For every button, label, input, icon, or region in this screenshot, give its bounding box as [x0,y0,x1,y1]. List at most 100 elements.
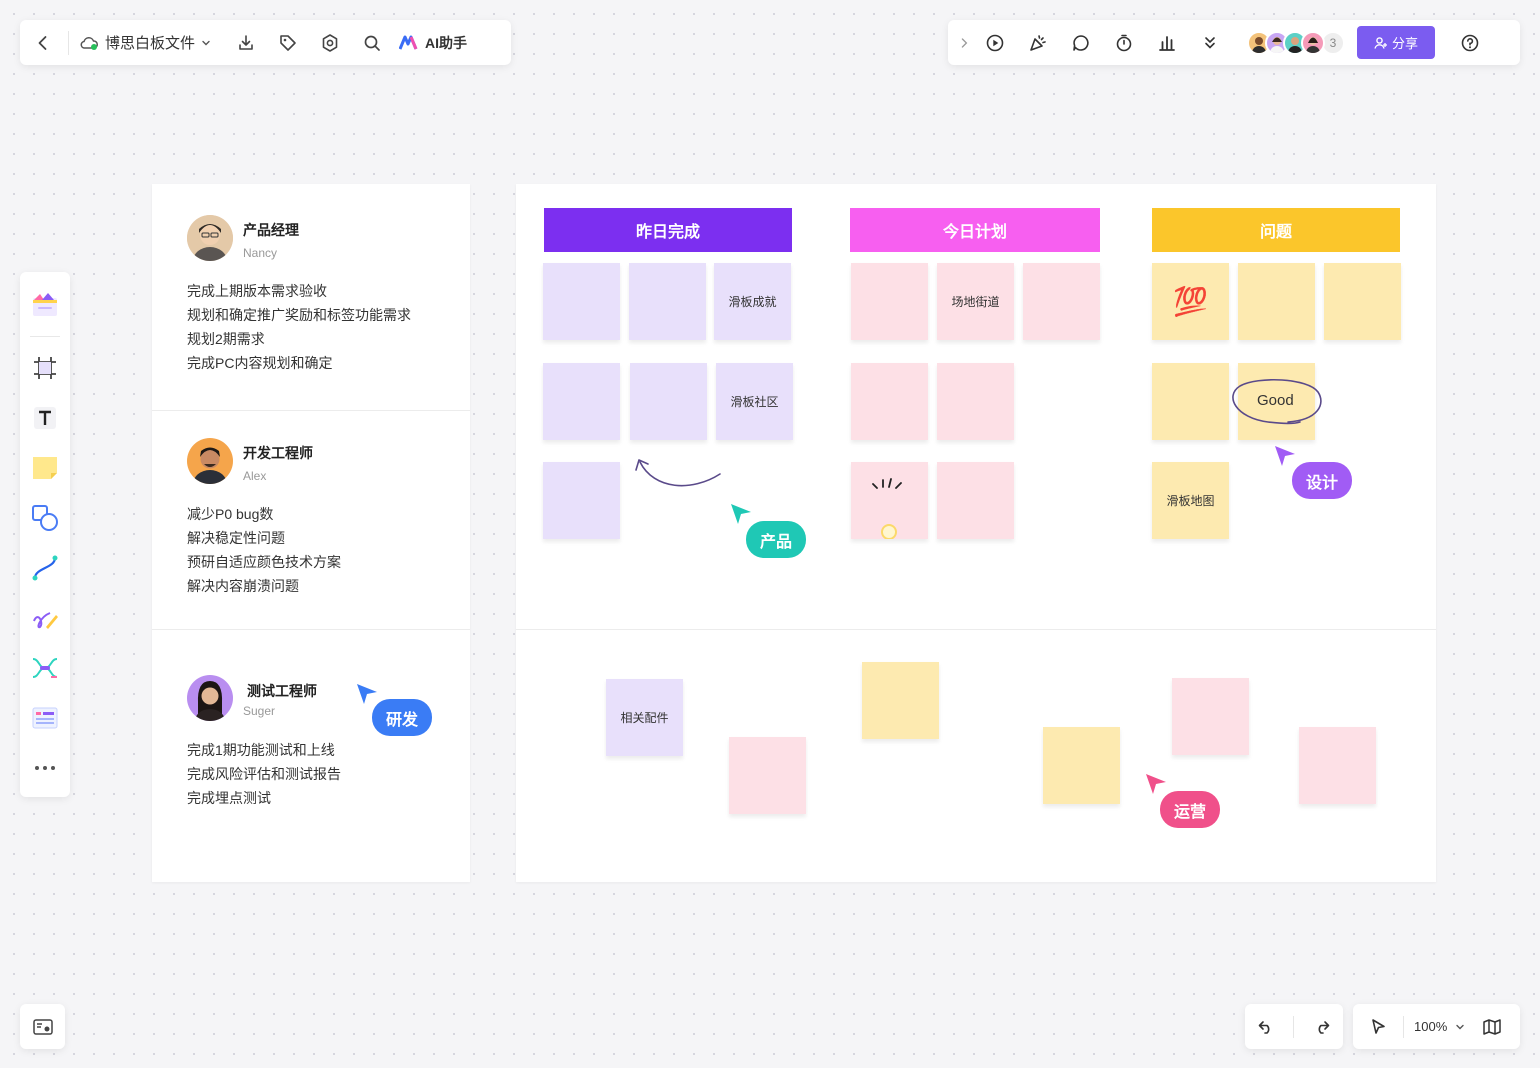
cursor-arrow-icon [1146,774,1166,794]
templates-tool[interactable] [27,287,63,323]
sticky-note[interactable] [1238,263,1315,340]
sticky-note[interactable] [851,363,928,440]
minimap-button[interactable] [20,1004,65,1049]
present-button[interactable] [980,28,1010,58]
pen-tool[interactable] [27,600,63,636]
avatar [187,215,233,261]
ai-logo-icon [399,35,418,50]
comment-icon [1073,34,1089,51]
zoom-dropdown[interactable]: 100% [1414,1019,1465,1034]
sticky-note[interactable]: 滑板社区 [716,363,793,440]
sticky-note[interactable] [1043,727,1120,804]
connector-tool[interactable] [27,550,63,586]
ai-assistant-button[interactable]: AI助手 [399,33,467,53]
more-dots-icon [35,766,55,770]
search-button[interactable] [357,28,387,58]
collapse-toolbar-button[interactable] [956,28,972,58]
shape-tool[interactable] [27,500,63,536]
sticky-note[interactable] [729,737,806,814]
tag-button[interactable] [273,28,303,58]
role-title: 开发工程师 [243,445,313,461]
role-person-name: Suger [243,704,276,718]
gear-icon [322,33,338,52]
sticky-note[interactable]: 滑板地图 [1152,462,1229,539]
file-name-dropdown[interactable]: 博思白板文件 [79,32,211,53]
column-header-issues[interactable]: 问题 [1152,208,1400,252]
good-text[interactable]: Good [1257,392,1294,409]
column-title: 昨日完成 [635,224,700,241]
task-item: 预研自适应颜色技术方案 [187,554,341,570]
sticky-note[interactable] [543,263,620,340]
sticky-note[interactable] [543,462,620,539]
chevron-down-icon [1456,1024,1464,1029]
sticky-note[interactable] [862,662,939,739]
timer-button[interactable] [1109,28,1139,58]
sticky-note-icon [33,457,57,479]
sticky-note[interactable]: 💯 [1152,263,1229,340]
sticky-note[interactable] [1299,727,1376,804]
text-tool[interactable] [27,400,63,436]
left-tool-palette [20,272,70,797]
table-tool[interactable] [27,700,63,736]
pen-icon [33,612,58,629]
sticky-note[interactable]: 相关配件 [606,679,683,756]
sticky-note[interactable] [937,462,1014,539]
sticky-note[interactable] [851,263,928,340]
task-item: 完成1期功能测试和上线 [187,742,335,758]
share-button[interactable]: 分享 [1357,26,1435,59]
divider [1403,1015,1404,1038]
sticky-note[interactable] [543,363,620,440]
sticky-note[interactable] [1172,678,1249,755]
role-card-developer[interactable]: 开发工程师 Alex 减少P0 bug数 解决稳定性问题 预研自适应颜色技术方案… [152,412,470,630]
cursor-tag-research: 研发 [372,699,433,736]
comment-button[interactable] [1066,28,1096,58]
sticky-note[interactable] [1152,363,1229,440]
more-tools-button[interactable] [27,750,63,786]
collaborator-avatars[interactable]: 3 [1247,30,1345,55]
sticky-note-tool[interactable] [27,450,63,486]
sticky-note[interactable] [1023,263,1100,340]
download-icon [239,34,253,50]
role-person-name: Nancy [243,246,278,260]
divider [1293,1015,1295,1038]
task-item: 减少P0 bug数 [187,506,274,522]
help-button[interactable] [1455,28,1485,58]
chevron-right-icon [961,37,968,48]
emoji-100-icon: 💯 [1173,285,1208,318]
select-mode-button[interactable] [1363,1012,1393,1042]
sticky-note[interactable]: 场地街道 [937,263,1014,340]
zoom-level: 100% [1414,1019,1448,1034]
sparkle-doodle [872,478,902,539]
hand-drawn-arrow[interactable] [632,452,727,494]
sticky-note[interactable] [937,363,1014,440]
history-controls [1245,1004,1343,1049]
back-button[interactable] [28,28,58,58]
task-item: 规划2期需求 [187,331,265,347]
column-header-today[interactable]: 今日计划 [850,208,1100,252]
mindmap-tool[interactable] [27,650,63,686]
map-view-button[interactable] [1477,1012,1507,1042]
sticky-text: 相关配件 [620,711,669,725]
task-item: 完成上期版本需求验收 [187,283,327,299]
role-card-tester[interactable]: 测试工程师 Suger 完成1期功能测试和上线 完成风险评估和测试报告 完成埋点… [152,631,470,882]
sticky-note[interactable] [1324,263,1401,340]
ai-assistant-label: AI助手 [425,34,468,51]
add-user-icon [1374,36,1387,49]
export-button[interactable] [231,28,261,58]
settings-button[interactable] [315,28,345,58]
redo-button[interactable] [1307,1012,1337,1042]
sticky-note[interactable]: 滑板成就 [714,263,791,340]
search-icon [364,35,380,51]
column-header-yesterday[interactable]: 昨日完成 [544,208,792,252]
role-card-product-manager[interactable]: 产品经理 Nancy 完成上期版本需求验收 规划和确定推广奖励和标签功能需求 规… [152,184,470,411]
celebrate-button[interactable] [1023,28,1053,58]
sticky-note[interactable] [630,363,707,440]
cursor-tag-design: 设计 [1292,462,1353,499]
more-tools-button[interactable] [1195,28,1225,58]
frame-tool[interactable] [27,350,63,386]
templates-icon [33,293,57,316]
sticky-note[interactable] [629,263,706,340]
undo-button[interactable] [1251,1012,1281,1042]
vote-button[interactable] [1152,28,1182,58]
sticky-note[interactable] [851,462,928,539]
